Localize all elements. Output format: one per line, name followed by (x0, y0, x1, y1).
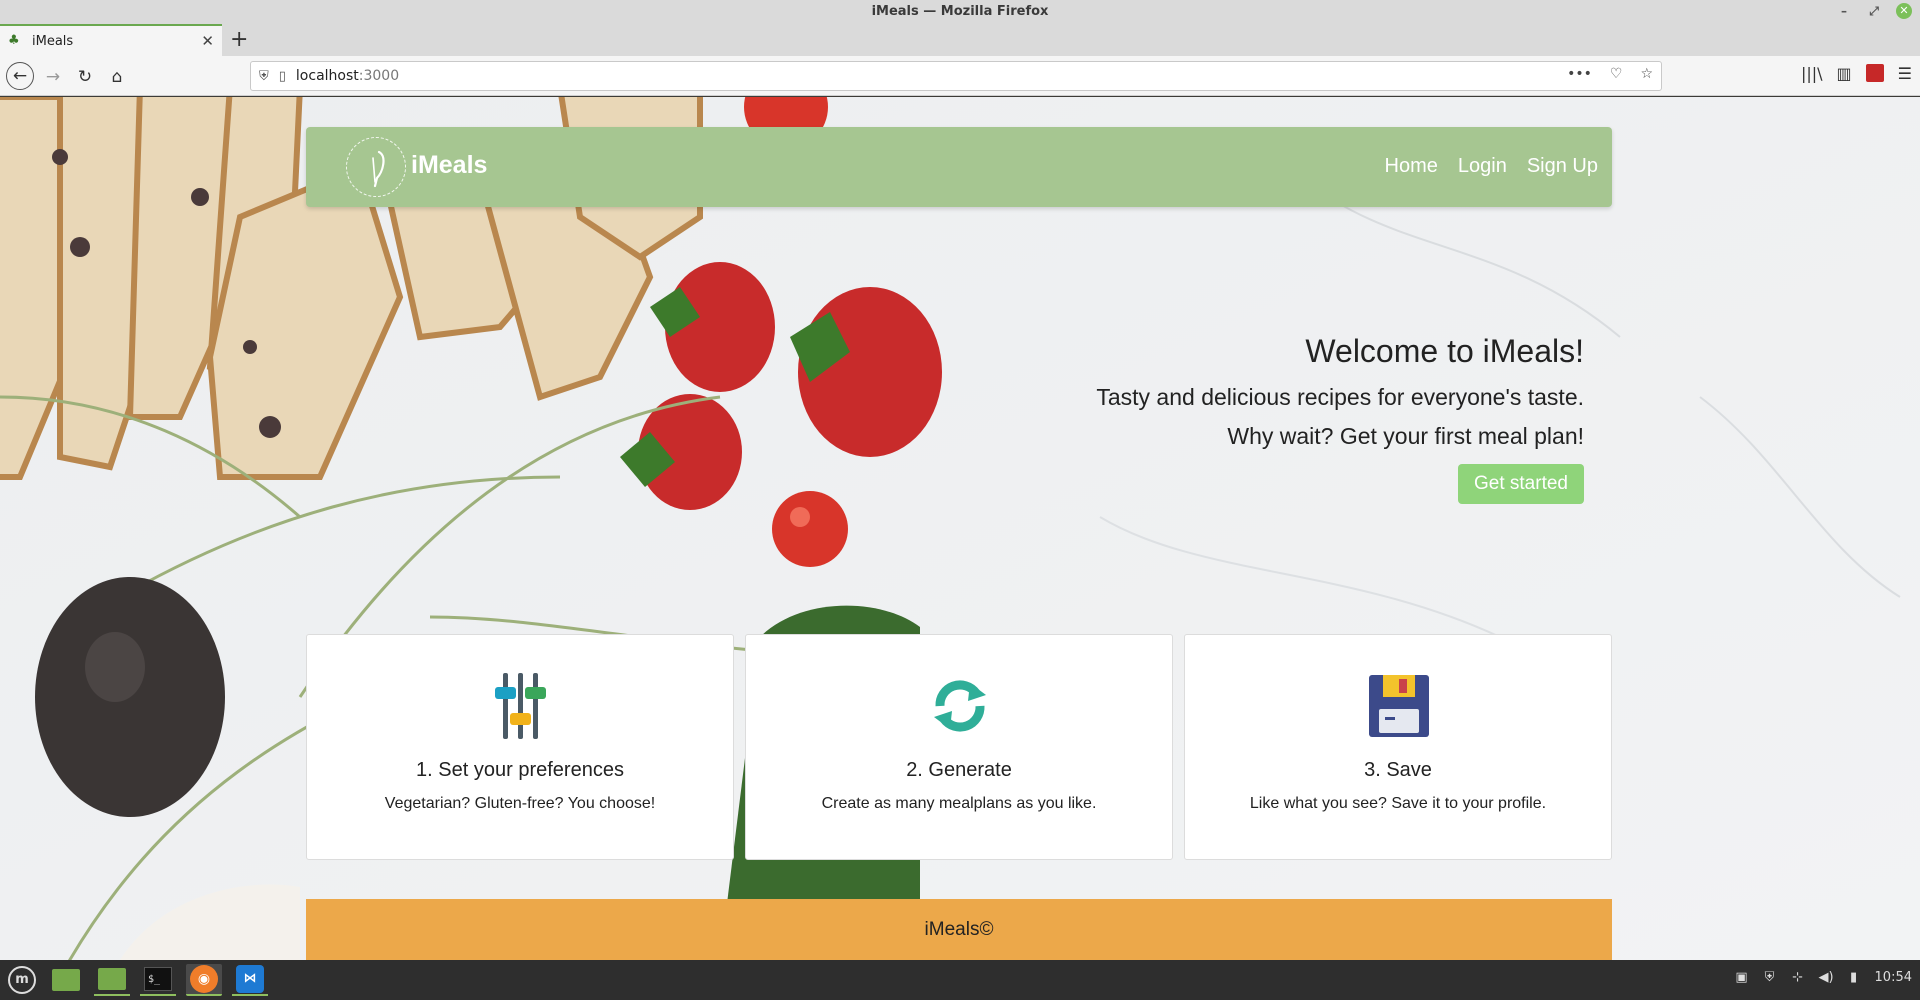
url-bar[interactable]: ⛨ ▯ localhost :3000 ••• ♡ ☆ (250, 61, 1662, 91)
battery-icon[interactable]: ▮ (1847, 970, 1861, 985)
network-icon[interactable]: ⊹ (1791, 970, 1805, 985)
desktop-taskbar: m $_ ◉ ⋈ ▣ ⛨ ⊹ ◀) ▮ 10:54 (0, 960, 1920, 1000)
card-title: 1. Set your preferences (416, 759, 624, 781)
library-icon[interactable]: |||\ (1801, 64, 1823, 83)
extension-icon[interactable] (1865, 64, 1884, 82)
hamburger-menu-icon[interactable]: ☰ (1898, 64, 1912, 83)
volume-icon[interactable]: ◀) (1819, 970, 1834, 985)
reload-button[interactable]: ↻ (72, 64, 98, 90)
tab-title: iMeals (32, 33, 74, 49)
forward-button[interactable]: → (40, 64, 66, 90)
card-text: Create as many mealplans as you like. (821, 795, 1097, 812)
page-actions-icon[interactable]: ••• (1567, 66, 1592, 82)
taskbar-vscode[interactable]: ⋈ (232, 964, 268, 996)
tracking-shield-icon[interactable]: ⛨ (259, 69, 269, 84)
nav-home-link[interactable]: Home (1385, 155, 1438, 178)
vscode-icon: ⋈ (236, 965, 264, 993)
clock[interactable]: 10:54 (1875, 970, 1912, 985)
site-footer: iMeals© (306, 899, 1612, 960)
get-started-button[interactable]: Get started (1458, 464, 1584, 504)
sliders-icon (495, 673, 546, 739)
url-host: localhost (295, 68, 359, 84)
page-info-icon[interactable]: ▯ (279, 69, 286, 84)
mint-menu-icon: m (8, 966, 36, 994)
taskbar-files[interactable] (94, 964, 130, 996)
hero-subtitle-2: Why wait? Get your first meal plan! (1227, 423, 1584, 449)
start-menu-button[interactable]: m (4, 964, 40, 996)
hero-title: Welcome to iMeals! (1305, 333, 1584, 369)
window-title: iMeals — Mozilla Firefox (871, 4, 1049, 19)
desktop-icon (52, 969, 80, 991)
system-tray: ▣ ⛨ ⊹ ◀) ▮ 10:54 (1735, 970, 1912, 985)
brand-logo[interactable] (346, 137, 406, 197)
shield-icon[interactable]: ⛨ (1763, 970, 1777, 985)
brand-name[interactable]: iMeals (411, 151, 487, 180)
url-port: :3000 (358, 68, 400, 84)
home-button[interactable]: ⌂ (104, 64, 130, 90)
card-text: Vegetarian? Gluten-free? You choose! (384, 795, 656, 812)
back-button[interactable]: ← (6, 62, 34, 90)
tab-imeals[interactable]: ♣ iMeals ✕ (0, 24, 222, 56)
minimize-icon[interactable]: – (1836, 3, 1852, 19)
card-text: Like what you see? Save it to your profi… (1249, 795, 1547, 812)
taskbar-terminal[interactable]: $_ (140, 964, 176, 996)
feature-card-generate: 2. Generate Create as many mealplans as … (745, 634, 1173, 860)
maximize-icon[interactable]: ⤢ (1866, 3, 1882, 19)
feature-cards: 1. Set your preferences Vegetarian? Glut… (306, 634, 1612, 860)
nav-signup-link[interactable]: Sign Up (1527, 155, 1598, 178)
pocket-icon[interactable]: ♡ (1610, 66, 1623, 82)
window-titlebar: iMeals — Mozilla Firefox – ⤢ ✕ (0, 0, 1920, 24)
page-viewport: iMeals Home Login Sign Up Welcome to iMe… (0, 97, 1920, 960)
terminal-icon: $_ (144, 967, 172, 991)
feature-card-preferences: 1. Set your preferences Vegetarian? Glut… (306, 634, 734, 860)
taskbar-show-desktop[interactable] (48, 964, 84, 996)
fork-logo-icon (372, 150, 385, 188)
feature-card-save: 3. Save Like what you see? Save it to yo… (1184, 634, 1612, 860)
hero-section: Welcome to iMeals! Tasty and delicious r… (884, 333, 1584, 504)
refresh-icon (934, 680, 986, 732)
hero-subtitle: Tasty and delicious recipes for everyone… (1096, 384, 1584, 410)
browser-toolbar: ← → ↻ ⌂ ⛨ ▯ localhost :3000 ••• ♡ ☆ |||\… (0, 56, 1920, 96)
site-navbar: iMeals Home Login Sign Up (306, 127, 1612, 207)
firefox-icon: ◉ (190, 965, 218, 993)
sidebar-icon[interactable]: ▥ (1837, 64, 1852, 83)
card-title: 3. Save (1364, 759, 1432, 781)
footer-text: iMeals© (924, 919, 994, 940)
folder-icon (98, 968, 126, 990)
bookmark-star-icon[interactable]: ☆ (1640, 66, 1653, 82)
card-title: 2. Generate (906, 759, 1012, 781)
tab-strip: ♣ iMeals ✕ + (0, 24, 1920, 56)
close-window-icon[interactable]: ✕ (1896, 3, 1912, 19)
taskbar-firefox[interactable]: ◉ (186, 964, 222, 996)
save-icon (1369, 675, 1429, 737)
clipboard-icon[interactable]: ▣ (1735, 970, 1749, 985)
nav-login-link[interactable]: Login (1458, 155, 1507, 178)
new-tab-button[interactable]: + (230, 28, 248, 52)
broccoli-favicon-icon: ♣ (8, 33, 20, 48)
tab-close-icon[interactable]: ✕ (201, 32, 214, 50)
